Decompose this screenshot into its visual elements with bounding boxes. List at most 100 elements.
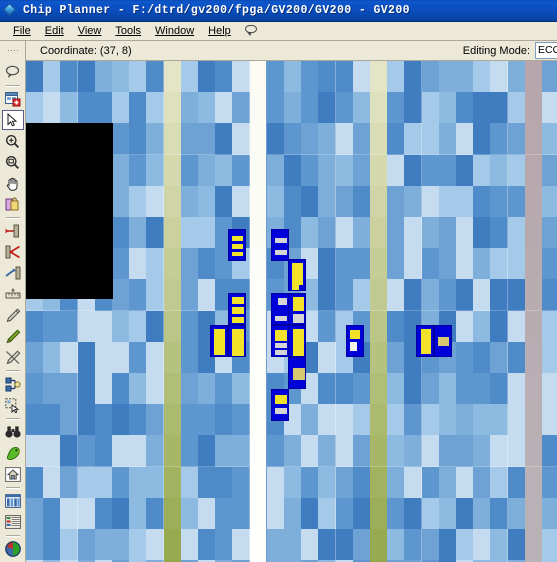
grid-tile[interactable] (26, 373, 44, 405)
grid-tile[interactable] (112, 61, 130, 93)
grid-tile[interactable] (508, 467, 526, 499)
grid-tile[interactable] (508, 342, 526, 374)
grid-tile[interactable] (490, 279, 508, 311)
grid-tile[interactable] (284, 155, 302, 187)
grid-tile[interactable] (164, 342, 182, 374)
grid-tile[interactable] (232, 529, 250, 561)
grid-tile[interactable] (26, 435, 44, 467)
grid-tile[interactable] (353, 248, 371, 280)
selected-logic-block[interactable] (228, 293, 246, 325)
grid-tile[interactable] (525, 435, 543, 467)
grid-tile[interactable] (129, 123, 147, 155)
grid-tile[interactable] (473, 155, 491, 187)
grid-tile[interactable] (525, 155, 543, 187)
grid-tile[interactable] (146, 186, 164, 218)
grid-tile[interactable] (129, 342, 147, 374)
grid-tile[interactable] (490, 61, 508, 93)
grid-tile[interactable] (318, 435, 336, 467)
grid-tile[interactable] (232, 435, 250, 467)
menu-view[interactable]: View (71, 23, 109, 39)
grid-tile[interactable] (250, 467, 266, 499)
grid-tile[interactable] (215, 61, 233, 93)
grid-tile[interactable] (164, 311, 182, 343)
grid-tile[interactable] (181, 342, 199, 374)
grid-tile[interactable] (439, 373, 457, 405)
menu-file[interactable]: File (6, 23, 38, 39)
grid-tile[interactable] (146, 123, 164, 155)
grid-tile[interactable] (422, 529, 440, 561)
unroute-icon[interactable] (2, 347, 24, 367)
grid-tile[interactable] (129, 92, 147, 124)
grid-tile[interactable] (542, 92, 557, 124)
grid-tile[interactable] (95, 435, 113, 467)
grid-tile[interactable] (301, 467, 319, 499)
grid-tile[interactable] (508, 92, 526, 124)
grid-tile[interactable] (198, 467, 216, 499)
grid-tile[interactable] (112, 92, 130, 124)
grid-tile[interactable] (181, 529, 199, 561)
grid-tile[interactable] (404, 529, 422, 561)
grid-tile[interactable] (456, 373, 474, 405)
grid-tile[interactable] (508, 123, 526, 155)
grid-tile[interactable] (404, 92, 422, 124)
grid-tile[interactable] (473, 217, 491, 249)
grid-tile[interactable] (508, 248, 526, 280)
grid-tile[interactable] (404, 123, 422, 155)
grid-tile[interactable] (284, 61, 302, 93)
selected-logic-block[interactable] (416, 325, 434, 357)
grid-tile[interactable] (146, 373, 164, 405)
grid-tile[interactable] (164, 155, 182, 187)
grid-tile[interactable] (250, 92, 266, 124)
grid-tile[interactable] (353, 467, 371, 499)
grid-tile[interactable] (508, 155, 526, 187)
grid-tile[interactable] (336, 155, 354, 187)
grid-tile[interactable] (336, 498, 354, 530)
grid-tile[interactable] (301, 217, 319, 249)
grid-tile[interactable] (542, 342, 557, 374)
grid-tile[interactable] (318, 217, 336, 249)
grid-tile[interactable] (490, 435, 508, 467)
grid-tile[interactable] (146, 279, 164, 311)
grid-tile[interactable] (164, 373, 182, 405)
grid-tile[interactable] (232, 373, 250, 405)
grid-tile[interactable] (353, 155, 371, 187)
grid-tile[interactable] (164, 61, 182, 93)
grid-tile[interactable] (95, 498, 113, 530)
grid-tile[interactable] (422, 435, 440, 467)
grid-tile[interactable] (112, 373, 130, 405)
grid-tile[interactable] (95, 404, 113, 436)
grid-tile[interactable] (318, 186, 336, 218)
grid-tile[interactable] (387, 467, 405, 499)
grid-tile[interactable] (250, 498, 266, 530)
grid-tile[interactable] (490, 529, 508, 561)
grid-tile[interactable] (164, 123, 182, 155)
place-pin-icon[interactable] (2, 221, 24, 241)
grid-tile[interactable] (146, 404, 164, 436)
grid-tile[interactable] (456, 217, 474, 249)
grid-tile[interactable] (198, 529, 216, 561)
pan-hand-icon[interactable] (2, 173, 24, 193)
grid-tile[interactable] (250, 155, 266, 187)
grid-tile[interactable] (525, 311, 543, 343)
grid-tile[interactable] (353, 61, 371, 93)
grid-tile[interactable] (525, 373, 543, 405)
fpga-tile-grid[interactable] (26, 61, 557, 562)
grid-tile[interactable] (542, 373, 557, 405)
grid-tile[interactable] (78, 373, 96, 405)
grid-tile[interactable] (112, 311, 130, 343)
grid-tile[interactable] (60, 467, 78, 499)
grid-tile[interactable] (456, 61, 474, 93)
grid-tile[interactable] (370, 498, 388, 530)
grid-tile[interactable] (490, 186, 508, 218)
grid-tile[interactable] (146, 498, 164, 530)
grid-tile[interactable] (422, 498, 440, 530)
grid-tile[interactable] (112, 155, 130, 187)
grid-tile[interactable] (26, 311, 44, 343)
grid-tile[interactable] (301, 123, 319, 155)
speech-bubble-icon[interactable] (2, 62, 24, 82)
grid-tile[interactable] (473, 92, 491, 124)
grid-tile[interactable] (146, 248, 164, 280)
grid-tile[interactable] (422, 217, 440, 249)
grid-tile[interactable] (404, 61, 422, 93)
grid-tile[interactable] (542, 61, 557, 93)
